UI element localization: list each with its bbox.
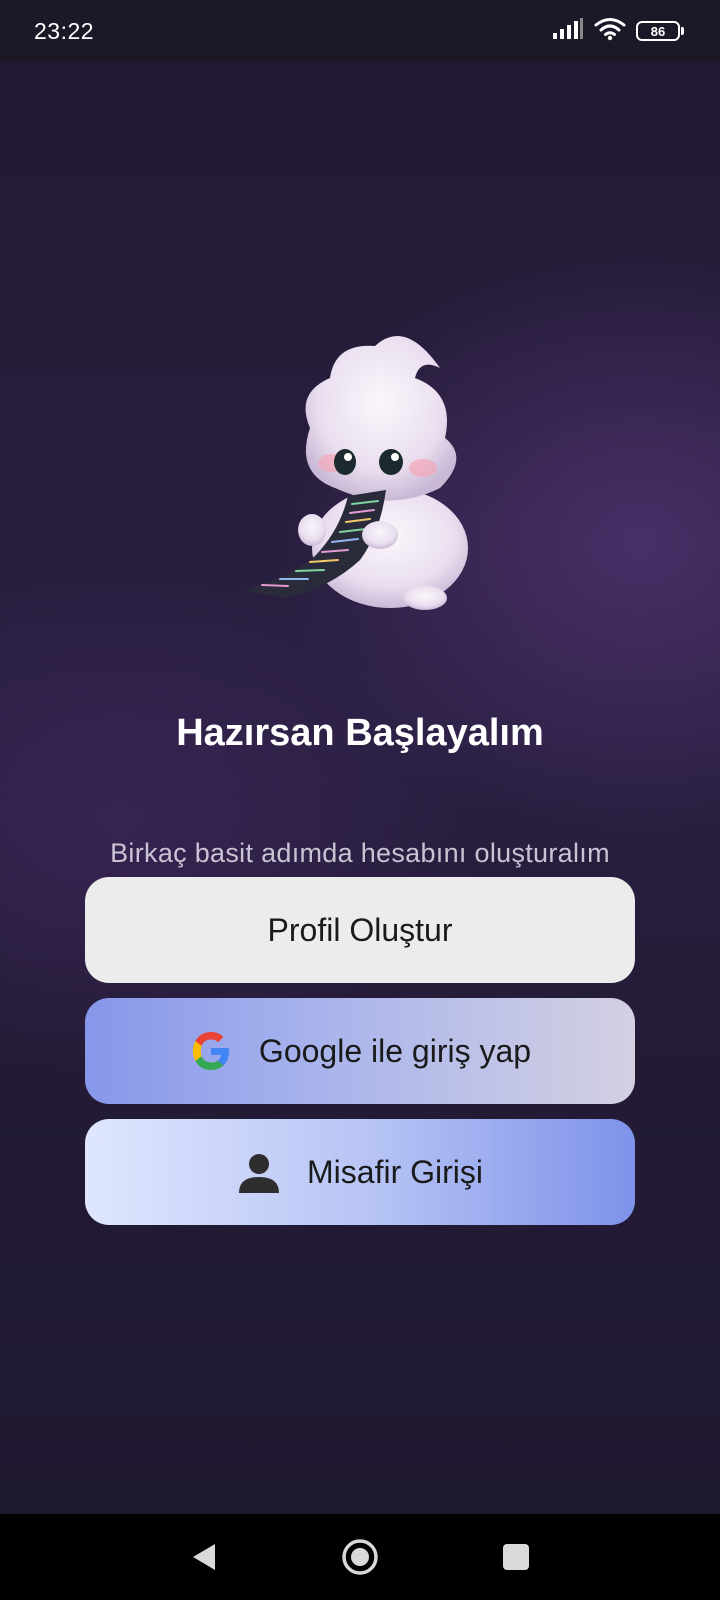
- guest-login-button[interactable]: Misafir Girişi: [85, 1119, 635, 1225]
- status-bar: 23:22 86: [0, 0, 720, 62]
- guest-login-label: Misafir Girişi: [307, 1153, 483, 1190]
- back-icon[interactable]: [182, 1535, 226, 1579]
- battery-level: 86: [636, 21, 680, 41]
- cloud-mascot-illustration: [240, 298, 490, 628]
- create-profile-label: Profil Oluştur: [267, 911, 453, 948]
- status-icons: 86: [552, 17, 684, 46]
- home-icon[interactable]: [338, 1535, 382, 1579]
- status-time: 23:22: [34, 17, 95, 44]
- page-subtitle: Birkaç basit adımda hesabını oluşturalım: [110, 838, 610, 868]
- google-signin-label: Google ile giriş yap: [258, 1032, 532, 1069]
- recents-icon[interactable]: [494, 1535, 538, 1579]
- person-icon: [237, 1150, 281, 1194]
- google-signin-button[interactable]: Google ile giriş yap: [85, 998, 635, 1104]
- create-profile-button[interactable]: Profil Oluştur: [85, 877, 635, 983]
- navigation-bar: [0, 1514, 720, 1600]
- page-title: Hazırsan Başlayalım: [176, 712, 544, 754]
- battery-icon: 86: [636, 21, 684, 41]
- signal-icon: [552, 17, 584, 45]
- wifi-icon: [594, 17, 626, 46]
- main-content: Hazırsan Başlayalım Birkaç basit adımda …: [0, 62, 720, 1514]
- google-icon: [189, 1029, 233, 1073]
